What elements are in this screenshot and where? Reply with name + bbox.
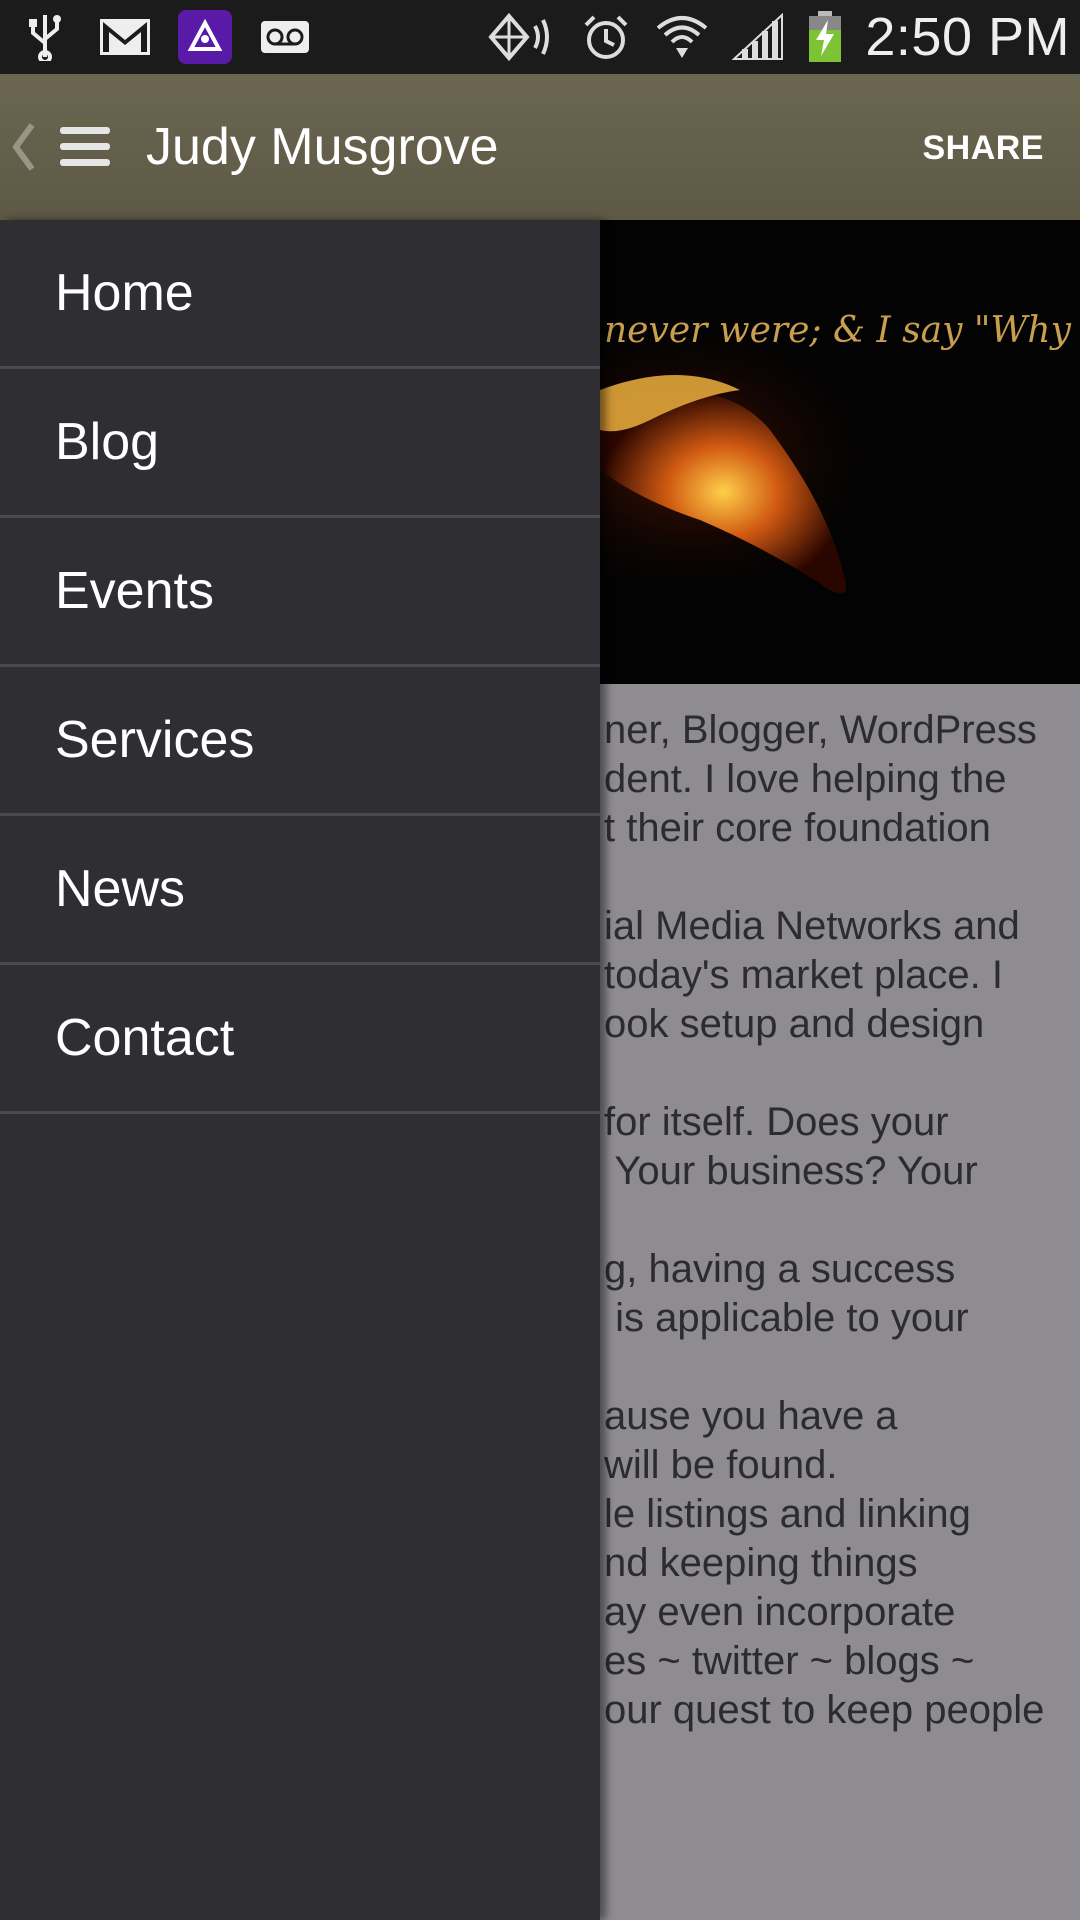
text-line: dent. I love helping the [604,757,1007,801]
app-triangle-icon [178,10,232,64]
text-line: will be found. [604,1443,838,1487]
banner-quote: never were; & I say "Why Not?" [604,310,1080,351]
text-line: ay even incorporate [604,1590,956,1634]
back-chevron-icon[interactable] [10,121,36,173]
usb-icon [18,10,72,64]
gmail-icon [98,10,152,64]
voicemail-icon [258,10,312,64]
navigation-drawer: Home Blog Events Services News Contact [0,220,600,1920]
alarm-icon [579,10,633,64]
text-line: ook setup and design [604,1002,985,1046]
nav-item-news[interactable]: News [0,816,600,965]
text-line: ner, Blogger, WordPress [604,708,1037,752]
status-bar: 2:50 PM [0,0,1080,74]
text-line: our quest to keep people [604,1688,1045,1732]
text-line: ause you have a [604,1394,898,1438]
nav-item-contact[interactable]: Contact [0,965,600,1114]
text-line: g, having a success [604,1247,956,1291]
text-line: nd keeping things [604,1541,918,1585]
status-right-icons: 2:50 PM [487,0,1070,74]
nav-item-events[interactable]: Events [0,518,600,667]
text-line [604,1049,1074,1098]
wifi-icon [655,10,709,64]
nav-item-blog[interactable]: Blog [0,369,600,518]
text-line: t their core foundation [604,806,991,850]
app-title: Judy Musgrove [146,118,499,176]
text-line [604,1343,1074,1392]
text-line: today's market place. I [604,953,1003,997]
share-button[interactable]: SHARE [922,126,1044,170]
text-line [604,853,1074,902]
nav-item-services[interactable]: Services [0,667,600,816]
nfc-vibrate-icon [487,10,557,64]
about-text: ner, Blogger, WordPress dent. I love help… [604,706,1074,1735]
menu-icon[interactable] [58,125,112,169]
signal-icon [731,10,785,64]
battery-charging-icon [807,10,843,64]
status-time: 2:50 PM [865,7,1070,67]
text-line: le listings and linking [604,1492,971,1536]
nav-item-home[interactable]: Home [0,220,600,369]
action-bar: Judy Musgrove SHARE [0,74,1080,220]
status-left-icons [18,0,312,74]
text-line: ial Media Networks and [604,904,1020,948]
text-line: for itself. Does your [604,1100,949,1144]
text-line: Your business? Your [604,1149,978,1193]
text-line: is applicable to your [604,1296,969,1340]
text-line: es ~ twitter ~ blogs ~ [604,1639,975,1683]
text-line [604,1196,1074,1245]
